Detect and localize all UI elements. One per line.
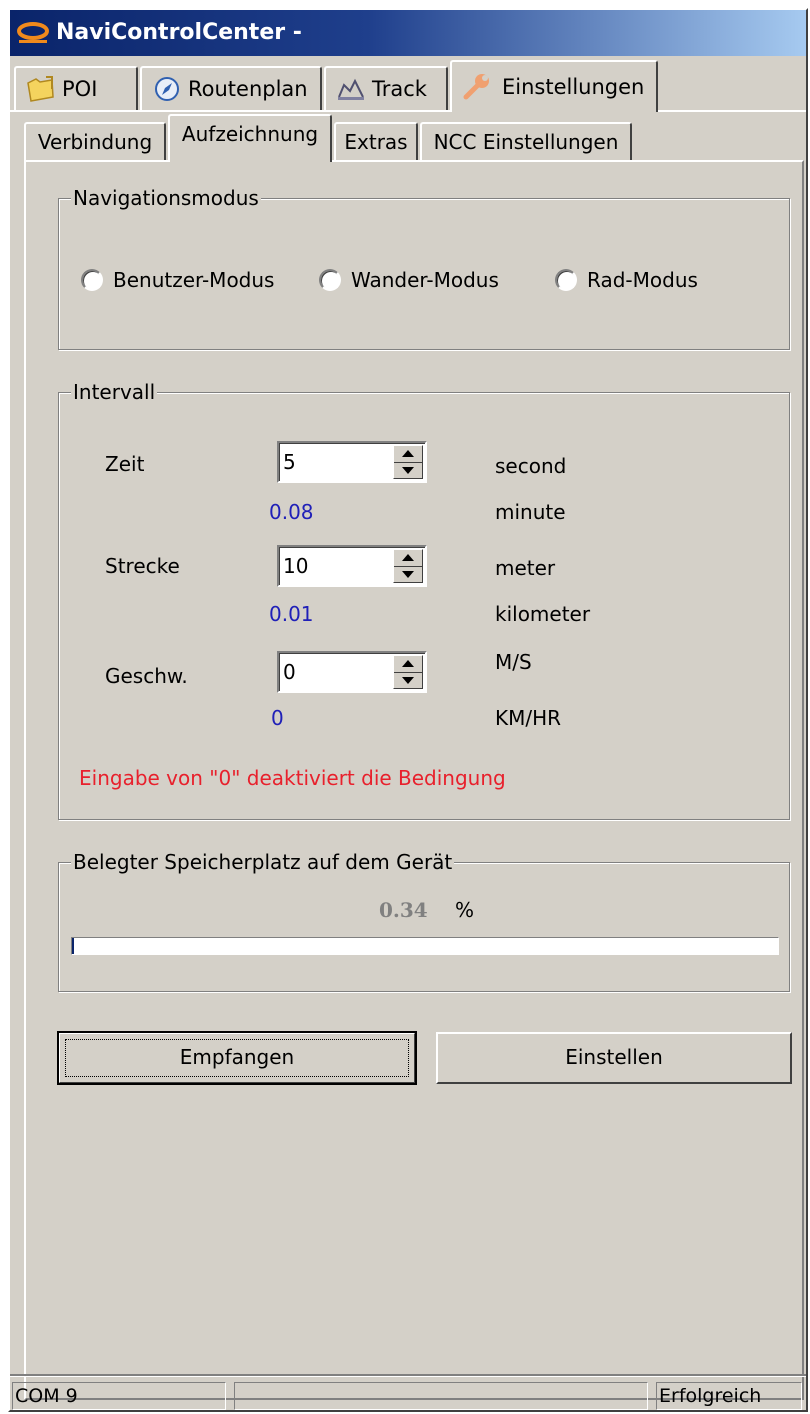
- tab-track-label: Track: [372, 77, 427, 101]
- time-converted: 0.08: [269, 500, 314, 524]
- wrench-icon: [463, 74, 489, 100]
- window-title: NaviControlCenter -: [56, 20, 302, 45]
- divider: [394, 566, 422, 567]
- folder-icon: [27, 76, 54, 102]
- title-bar[interactable]: NaviControlCenter -: [10, 10, 806, 56]
- sub-tab-bar: Verbindung Aufzeichnung Extras NCC Einst…: [24, 112, 806, 164]
- time-value: 5: [283, 450, 296, 474]
- storage-group: Belegter Speicherplatz auf dem Gerät 0.3…: [58, 849, 790, 992]
- status-bar-separator: [10, 1374, 806, 1377]
- speed-unit: M/S: [495, 650, 532, 674]
- speed-spinner-arrows[interactable]: [393, 655, 423, 689]
- subtab-verbindung[interactable]: Verbindung: [24, 122, 166, 162]
- status-middle: [234, 1382, 648, 1410]
- radio-rad-modus[interactable]: Rad-Modus: [555, 265, 715, 295]
- status-result: Erfolgreich: [656, 1382, 802, 1410]
- tab-einstellungen-label: Einstellungen: [502, 75, 645, 99]
- radio-circle[interactable]: [81, 269, 103, 291]
- tab-routenplan[interactable]: Routenplan: [140, 66, 322, 110]
- speed-converted: 0: [271, 706, 284, 730]
- subtab-aufzeichnung[interactable]: Aufzeichnung: [168, 114, 332, 162]
- storage-unit: %: [455, 898, 475, 922]
- radio-benutzer-modus-label: Benutzer-Modus: [113, 268, 275, 292]
- speed-value: 0: [283, 660, 296, 684]
- distance-spinner-arrows[interactable]: [393, 549, 423, 583]
- subtab-ncc-einstellungen[interactable]: NCC Einstellungen: [420, 122, 632, 162]
- divider: [394, 462, 422, 463]
- distance-converted: 0.01: [269, 602, 314, 626]
- navigation-mode-legend: Navigationsmodus: [71, 185, 261, 211]
- zero-disables-warning: Eingabe von "0" deaktiviert die Bedingun…: [79, 766, 506, 790]
- tab-routenplan-label: Routenplan: [188, 77, 308, 101]
- storage-legend: Belegter Speicherplatz auf dem Gerät: [71, 849, 455, 875]
- spin-down-icon[interactable]: [402, 677, 414, 684]
- interval-group: Intervall Zeit 5 second 0.08 minute Stre…: [58, 379, 790, 820]
- distance-unit: meter: [495, 556, 556, 580]
- spin-down-icon[interactable]: [402, 467, 414, 474]
- storage-progress-fill: [72, 938, 75, 954]
- radio-wander-modus[interactable]: Wander-Modus: [319, 265, 519, 295]
- speed-converted-unit: KM/HR: [495, 706, 562, 730]
- spin-up-icon[interactable]: [402, 554, 414, 561]
- subtab-extras[interactable]: Extras: [334, 122, 418, 162]
- set-button-label: Einstellen: [565, 1045, 663, 1069]
- receive-button[interactable]: Empfangen: [57, 1031, 417, 1085]
- tab-track[interactable]: Track: [324, 66, 448, 110]
- tab-poi-label: POI: [62, 77, 98, 101]
- radio-wander-modus-label: Wander-Modus: [351, 268, 499, 292]
- time-converted-unit: minute: [495, 500, 566, 524]
- compass-icon: [155, 77, 179, 101]
- status-bar: COM 9 Erfolgreich: [10, 1374, 806, 1410]
- receive-button-label: Empfangen: [179, 1045, 295, 1069]
- distance-converted-unit: kilometer: [495, 602, 591, 626]
- set-button[interactable]: Einstellen: [436, 1032, 792, 1084]
- distance-spinner[interactable]: 10: [277, 545, 427, 587]
- storage-value: 0.34: [379, 898, 428, 922]
- spin-up-icon[interactable]: [402, 660, 414, 667]
- time-spinner[interactable]: 5: [277, 441, 427, 483]
- storage-progress-bar: [71, 937, 779, 955]
- status-port: COM 9: [12, 1382, 226, 1410]
- spin-up-icon[interactable]: [402, 450, 414, 457]
- speed-label: Geschw.: [105, 664, 188, 688]
- main-tab-bar: POI Routenplan Track Einstellungen: [10, 58, 806, 112]
- time-unit: second: [495, 454, 567, 478]
- radio-benutzer-modus[interactable]: Benutzer-Modus: [81, 265, 291, 295]
- time-label: Zeit: [105, 452, 145, 476]
- divider: [394, 672, 422, 673]
- app-logo-icon: [17, 22, 49, 43]
- distance-value: 10: [283, 554, 309, 578]
- radio-circle[interactable]: [555, 269, 577, 291]
- radio-rad-modus-label: Rad-Modus: [587, 268, 698, 292]
- navigation-mode-group: Navigationsmodus Benutzer-Modus Wander-M…: [58, 185, 790, 350]
- tab-einstellungen[interactable]: Einstellungen: [450, 60, 658, 112]
- speed-spinner[interactable]: 0: [277, 651, 427, 693]
- app-window: NaviControlCenter - POI Routenplan Track: [8, 8, 808, 1412]
- aufzeichnung-panel: Navigationsmodus Benutzer-Modus Wander-M…: [24, 160, 804, 1400]
- tab-poi[interactable]: POI: [14, 66, 138, 110]
- interval-legend: Intervall: [71, 379, 158, 405]
- radio-circle[interactable]: [319, 269, 341, 291]
- time-spinner-arrows[interactable]: [393, 445, 423, 479]
- track-icon: [338, 78, 364, 100]
- spin-down-icon[interactable]: [402, 571, 414, 578]
- distance-label: Strecke: [105, 554, 180, 578]
